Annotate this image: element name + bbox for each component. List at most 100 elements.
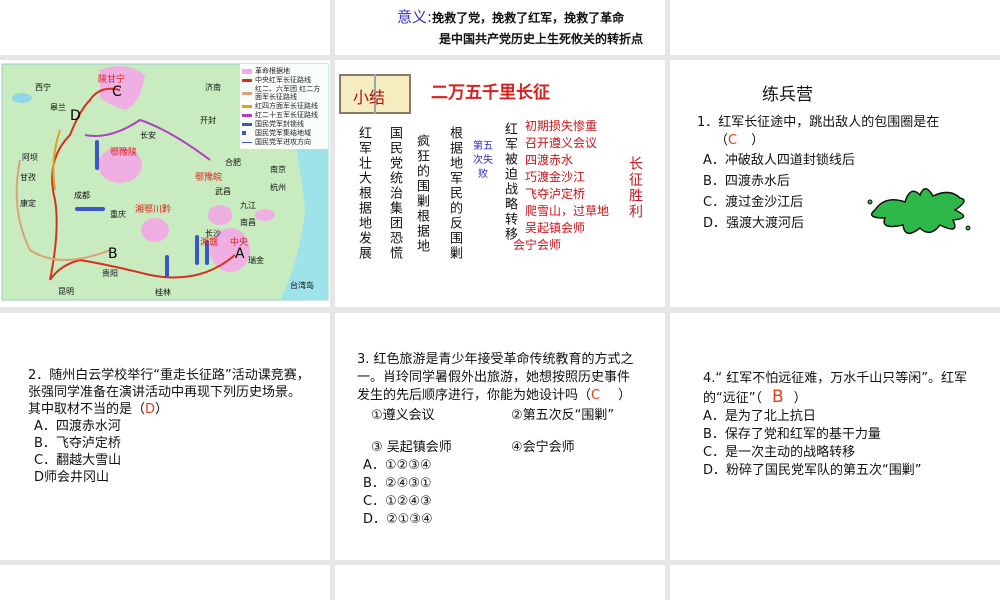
- event-item: ④会宁会师: [511, 440, 575, 455]
- map-legend: 革命根据地 中央红军长征路线 红二、六军团 红二方面军长征路线 红四方面军长征路…: [240, 64, 328, 149]
- city-label: 瑞金: [248, 255, 264, 265]
- event-item: 巧渡金沙江: [525, 170, 586, 184]
- map-point-d: D: [70, 108, 81, 124]
- city-label: 武昌: [215, 186, 231, 196]
- legend-item: 红四方面军长征路线: [242, 102, 326, 110]
- summary-col-5: 第五次失败: [473, 141, 493, 180]
- region-label: 湘赣: [200, 236, 218, 248]
- summary-title: 二万五千里长征: [431, 83, 550, 103]
- option-d: D．粉碎了国民党军队的第五次“围剿”: [703, 463, 922, 478]
- summary-col-2: 国民党统治集团恐慌: [387, 126, 402, 261]
- region-label: 湘鄂川黔: [135, 203, 171, 215]
- city-label: 合肥: [225, 157, 241, 167]
- city-label: 康定: [20, 198, 36, 208]
- city-label: 贵阳: [102, 268, 118, 278]
- region-label: 鄂豫陕: [110, 146, 137, 158]
- event-item: 初期损失惨重: [525, 119, 598, 133]
- event-item: 爬雪山，过草地: [525, 204, 610, 218]
- question-stem: 1．红军长征途中，跳出敌人的包围圈是在: [697, 115, 940, 130]
- legend-item: 红二十五军长征路线: [242, 111, 326, 119]
- summary-col-4: 根据地军民的反围剿: [447, 126, 462, 261]
- city-label: 济南: [205, 82, 221, 92]
- slide-thumbnail-bottom-right[interactable]: [670, 565, 1000, 600]
- question-stem: 4.“ 红军不怕远征难，万水千山只等闲”。红军的“远征”（ B）: [703, 371, 968, 407]
- significance-line-2: 是中国共产党历史上生死攸关的转折点: [439, 32, 644, 46]
- option-a: A．冲破敌人四道封锁线后: [703, 153, 855, 168]
- legend-item: 国民党军封锁线: [242, 120, 326, 128]
- city-label: 皋兰: [50, 102, 66, 112]
- slide-thumbnail-top-left[interactable]: [0, 0, 330, 55]
- city-label: 阿坝: [22, 153, 38, 162]
- option-a: A．①②③④: [363, 458, 432, 473]
- slide-thumbnail-bottom-left[interactable]: [0, 565, 330, 600]
- region-label: 中央: [230, 236, 248, 248]
- event-item: ②第五次反“围剿”: [511, 408, 615, 423]
- slide-thumbnail-question-4[interactable]: 4.“ 红军不怕远征难，万水千山只等闲”。红军的“远征”（ B） A．是为了北上抗…: [670, 313, 1000, 560]
- summary-col-1: 红军壮大根据地发展: [356, 126, 371, 261]
- slide-thumbnail-question-2[interactable]: 2．随州白云学校举行“重走长征路”活动课竞赛，张强同学准备在演讲活动中再现下列历…: [0, 313, 330, 560]
- city-label: 西宁: [35, 82, 51, 92]
- event-item: 召开遵义会议: [525, 136, 598, 150]
- slide-thumbnail-summary[interactable]: 小结 二万五千里长征 红军壮大根据地发展 国民党统治集团恐慌 疯狂的围剿根据地 …: [335, 60, 665, 307]
- event-item: 吴起镇会师: [525, 221, 586, 235]
- legend-item: 红二、六军团 红二方面军长征路线: [242, 85, 326, 101]
- option-c: C．①②④③: [363, 494, 432, 509]
- answer: B: [771, 387, 784, 407]
- city-label: 昆明: [58, 287, 74, 296]
- option-b: B．②④③①: [363, 476, 432, 491]
- option-a: A．四渡赤水河: [34, 419, 121, 434]
- city-label: 杭州: [270, 182, 286, 192]
- city-label: 南京: [270, 164, 286, 174]
- city-label: 台湾岛: [290, 280, 314, 290]
- map-point-b: B: [108, 246, 118, 262]
- option-c: C．翻越大雪山: [34, 453, 122, 468]
- option-b: B．飞夺泸定桥: [34, 436, 121, 451]
- slide-thumbnail-question-1[interactable]: 练兵营 1．红军长征途中，跳出敌人的包围圈是在 （C） A．冲破敌人四道封锁线后…: [670, 60, 1000, 307]
- question-3: 3. 红色旅游是青少年接受革命传统教育的方式之一。肖玲同学暑假外出旅游，她想按照…: [357, 351, 642, 529]
- slide-thumbnail-long-march-map[interactable]: A B C D 西宁 皋兰 济南 开封 长安 阿坝 甘孜 成都 康定 重庆 贵阳…: [0, 60, 330, 307]
- event-item: 会宁会师: [513, 238, 562, 252]
- answer-line: （C）: [715, 133, 765, 148]
- slide-thumbnail-top-right[interactable]: [670, 0, 1000, 55]
- practice-heading: 练兵营: [762, 85, 813, 105]
- legend-item: 国民党军进攻方向: [242, 138, 326, 146]
- option-d: D师会井冈山: [34, 470, 110, 485]
- legend-item: 革命根据地: [242, 67, 326, 75]
- city-label: 开封: [200, 115, 216, 125]
- summary-badge: 小结: [339, 74, 411, 114]
- summary-events: 初期损失惨重 召开遵义会议 四渡赤水 巧渡金沙江 飞夺泸定桥 爬雪山，过草地 吴…: [513, 118, 610, 254]
- city-label: 桂林: [155, 287, 171, 297]
- city-label: 南昌: [240, 217, 256, 227]
- slide-thumbnail-bottom-middle[interactable]: [335, 565, 665, 600]
- summary-result: 长征胜利: [627, 156, 643, 220]
- summary-col-3: 疯狂的围剿根据地: [414, 134, 429, 254]
- legend-item: 中央红军长征路线: [242, 76, 326, 84]
- question-stem: 3. 红色旅游是青少年接受革命传统教育的方式之一。肖玲同学暑假外出旅游，她想按照…: [357, 352, 634, 403]
- slide-thumbnail-significance[interactable]: 意义:挽救了党，挽救了红军，挽救了革命 是中国共产党历史上生死攸关的转折点: [335, 0, 665, 55]
- city-label: 成都: [74, 190, 90, 200]
- event-item: ①遵义会议: [371, 408, 435, 423]
- region-label: 陕甘宁: [98, 73, 125, 85]
- event-item: ③ 吴起镇会师: [371, 440, 452, 455]
- answer: C: [728, 133, 738, 148]
- city-label: 长沙: [205, 228, 221, 238]
- region-label: 鄂豫皖: [195, 171, 222, 183]
- summary-col-6: 红军被迫战略转移: [502, 122, 517, 242]
- significance-text-1: 挽救了党，挽救了红军，挽救了革命: [432, 11, 625, 25]
- event-item: 飞夺泸定桥: [525, 187, 586, 201]
- significance-line-1: 意义:挽救了党，挽救了红军，挽救了革命: [397, 6, 624, 27]
- option-c: C．是一次主动的战略转移: [703, 445, 856, 460]
- map-point-a: A: [235, 246, 245, 262]
- city-label: 长安: [140, 130, 156, 140]
- city-label: 九江: [240, 201, 256, 210]
- option-d: D．②①③④: [363, 512, 433, 527]
- answer: D: [145, 402, 156, 417]
- map-point-c: C: [112, 84, 122, 100]
- city-label: 甘孜: [20, 172, 36, 182]
- city-label: 重庆: [110, 209, 126, 219]
- question-2: 2．随州白云学校举行“重走长征路”活动课竞赛，张强同学准备在演讲活动中再现下列历…: [28, 367, 310, 486]
- question-stem: 2．随州白云学校举行“重走长征路”活动课竞赛，张强同学准备在演讲活动中再现下列历…: [28, 368, 310, 417]
- event-item: 四渡赤水: [525, 153, 574, 167]
- significance-label: 意义:: [397, 8, 433, 26]
- slide-thumbnail-question-3[interactable]: 3. 红色旅游是青少年接受革命传统教育的方式之一。肖玲同学暑假外出旅游，她想按照…: [335, 313, 665, 560]
